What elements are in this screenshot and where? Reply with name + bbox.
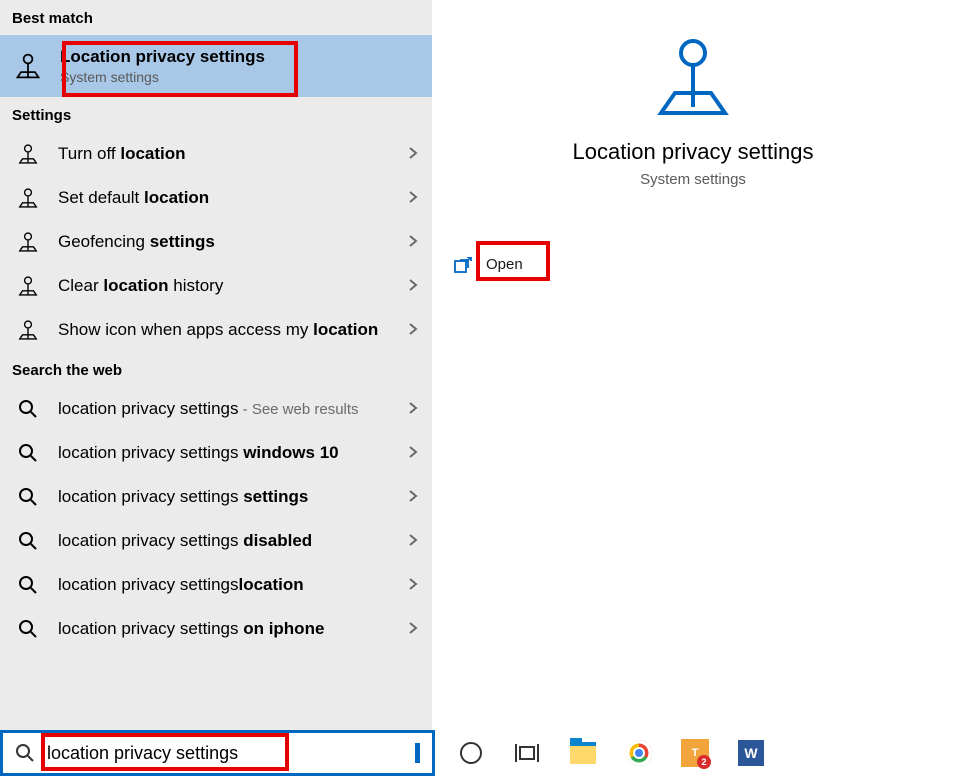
detail-panel: Location privacy settings System setting… <box>432 0 954 730</box>
detail-subtitle: System settings <box>640 171 746 188</box>
web-item-label: location privacy settings windows 10 <box>58 442 390 465</box>
chevron-right-icon <box>408 278 418 295</box>
settings-item-label: Turn off location <box>58 143 390 166</box>
chevron-right-icon <box>408 146 418 163</box>
detail-title: Location privacy settings <box>573 139 814 165</box>
chrome-icon[interactable] <box>625 739 653 767</box>
settings-item-label: Set default location <box>58 187 390 210</box>
teams-badge-count: 2 <box>697 755 711 769</box>
settings-list: Turn off location Set default location Geo… <box>0 132 432 352</box>
location-icon-large <box>653 35 733 121</box>
word-icon[interactable]: W <box>737 739 765 767</box>
location-icon <box>14 51 42 81</box>
best-match-title: Location privacy settings <box>60 47 420 67</box>
best-match-subtitle: System settings <box>60 69 420 85</box>
location-icon <box>16 142 40 166</box>
chevron-right-icon <box>408 445 418 462</box>
file-explorer-icon[interactable] <box>569 739 597 767</box>
chevron-right-icon <box>408 190 418 207</box>
search-icon <box>16 397 40 421</box>
settings-item[interactable]: Set default location <box>0 176 432 220</box>
search-icon <box>16 573 40 597</box>
search-input[interactable] <box>47 743 409 764</box>
chevron-right-icon <box>408 577 418 594</box>
search-icon <box>16 485 40 509</box>
search-icon <box>16 617 40 641</box>
web-result-item[interactable]: location privacy settings windows 10 <box>0 431 432 475</box>
search-bar[interactable] <box>0 730 435 776</box>
chevron-right-icon <box>408 489 418 506</box>
text-cursor <box>415 743 420 763</box>
task-view-icon[interactable] <box>513 739 541 767</box>
web-results-list: location privacy settings - See web resu… <box>0 387 432 651</box>
web-item-label: location privacy settings settings <box>58 486 390 509</box>
location-icon <box>16 318 40 342</box>
open-external-icon <box>454 257 472 273</box>
settings-item-label: Clear location history <box>58 275 390 298</box>
web-item-label: location privacy settingslocation <box>58 574 390 597</box>
search-icon <box>16 529 40 553</box>
chevron-right-icon <box>408 401 418 418</box>
web-result-item[interactable]: location privacy settings - See web resu… <box>0 387 432 431</box>
location-icon <box>16 274 40 298</box>
chevron-right-icon <box>408 234 418 251</box>
cortana-icon[interactable] <box>457 739 485 767</box>
web-item-label: location privacy settings disabled <box>58 530 390 553</box>
web-result-item[interactable]: location privacy settings settings <box>0 475 432 519</box>
chevron-right-icon <box>408 533 418 550</box>
search-icon <box>16 441 40 465</box>
location-icon <box>16 186 40 210</box>
settings-item-label: Show icon when apps access my location <box>58 319 390 342</box>
open-label: Open <box>486 256 523 273</box>
web-result-item[interactable]: location privacy settings disabled <box>0 519 432 563</box>
chevron-right-icon <box>408 322 418 339</box>
chevron-right-icon <box>408 621 418 638</box>
teams-icon[interactable]: T2 <box>681 739 709 767</box>
search-results-panel: Best match Location privacy settings Sys… <box>0 0 432 730</box>
location-icon <box>16 230 40 254</box>
settings-item[interactable]: Turn off location <box>0 132 432 176</box>
taskbar: T2 W <box>435 730 954 776</box>
web-item-label: location privacy settings on iphone <box>58 618 390 641</box>
settings-item[interactable]: Clear location history <box>0 264 432 308</box>
section-header-web: Search the web <box>0 352 432 387</box>
settings-item-label: Geofencing settings <box>58 231 390 254</box>
web-result-item[interactable]: location privacy settings on iphone <box>0 607 432 651</box>
best-match-result[interactable]: Location privacy settings System setting… <box>0 35 432 97</box>
section-header-settings: Settings <box>0 97 432 132</box>
web-item-label: location privacy settings - See web resu… <box>58 398 390 421</box>
search-icon <box>15 743 35 763</box>
settings-item[interactable]: Geofencing settings <box>0 220 432 264</box>
settings-item[interactable]: Show icon when apps access my location <box>0 308 432 352</box>
web-result-item[interactable]: location privacy settingslocation <box>0 563 432 607</box>
open-action[interactable]: Open <box>450 248 527 281</box>
section-header-best-match: Best match <box>0 0 432 35</box>
